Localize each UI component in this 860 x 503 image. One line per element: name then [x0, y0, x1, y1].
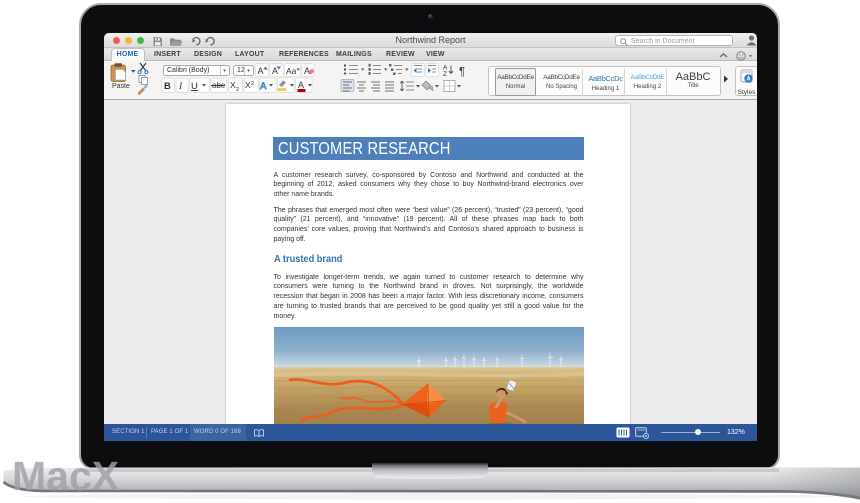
svg-text:2: 2 — [236, 87, 239, 93]
svg-text:¶: ¶ — [459, 67, 465, 79]
svg-text:A: A — [298, 80, 304, 90]
svg-text:B: B — [164, 81, 171, 92]
svg-text:A: A — [260, 81, 267, 92]
svg-text:Z: Z — [443, 71, 447, 78]
svg-text:U: U — [191, 81, 198, 92]
svg-text:Aa: Aa — [286, 66, 297, 76]
svg-text:A: A — [258, 66, 264, 76]
svg-text:A: A — [272, 66, 278, 76]
svg-text:2: 2 — [251, 81, 254, 87]
